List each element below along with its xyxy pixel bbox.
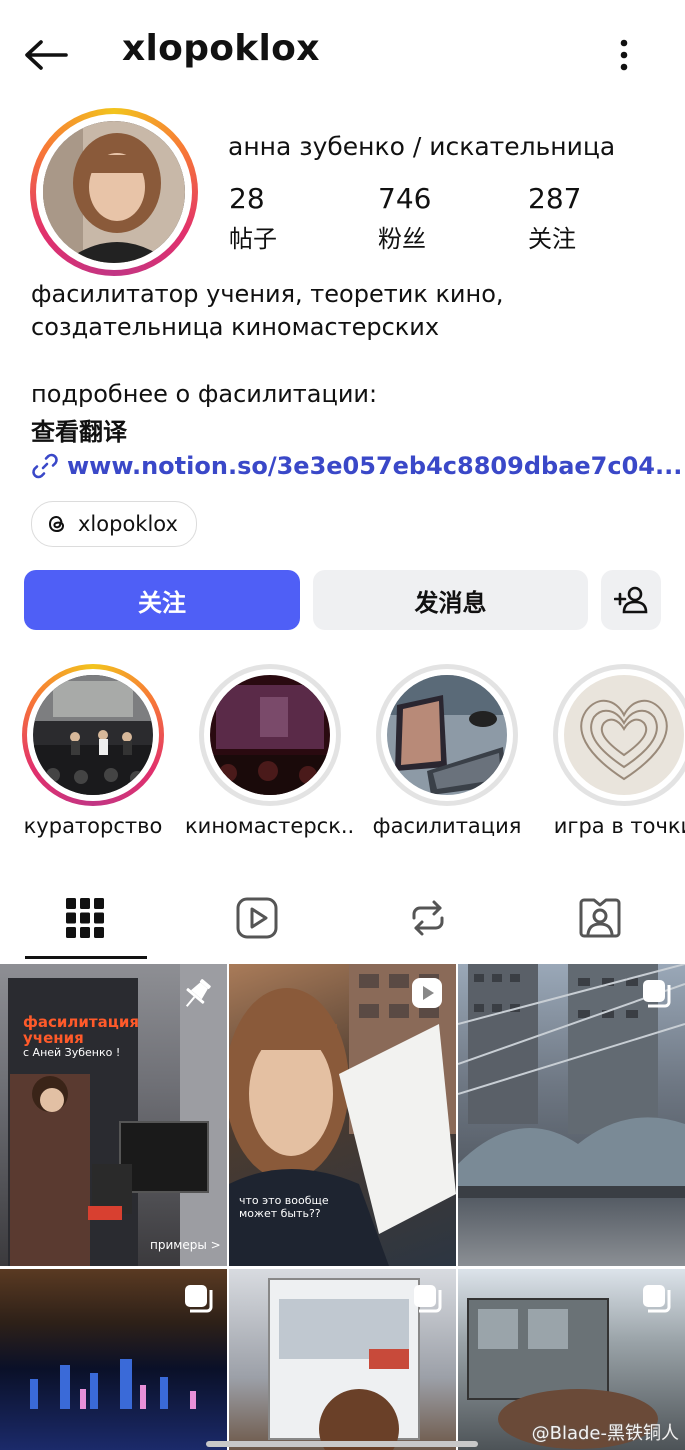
more-vertical-icon bbox=[620, 39, 628, 71]
highlight-cover bbox=[210, 675, 330, 795]
back-arrow-icon bbox=[25, 40, 68, 70]
tagged-icon bbox=[579, 898, 621, 938]
follow-button[interactable]: 关注 bbox=[24, 570, 300, 630]
link-text: www.notion.so/3e3e057eb4c8809dbae7c04... bbox=[67, 452, 683, 480]
tab-posts-grid[interactable] bbox=[25, 884, 145, 952]
see-translation-link[interactable]: 查看翻译 bbox=[31, 412, 127, 447]
carousel-icon bbox=[643, 1285, 671, 1313]
post-title: фасилитация учения bbox=[23, 1013, 139, 1047]
carousel-icon bbox=[643, 980, 671, 1008]
posts-count[interactable]: 28 帖子 bbox=[229, 182, 277, 254]
story-highlight[interactable]: фасилитация bbox=[362, 664, 532, 838]
profile-full-name: анна зубенко / искательница bbox=[228, 132, 616, 161]
header-username: xlopoklox bbox=[122, 28, 320, 69]
followers-count[interactable]: 746 粉丝 bbox=[378, 182, 431, 254]
back-button[interactable] bbox=[18, 30, 74, 80]
reposts-icon bbox=[412, 900, 444, 936]
highlight-cover bbox=[387, 675, 507, 795]
posts-count-value: 28 bbox=[229, 182, 265, 215]
message-button[interactable]: 发消息 bbox=[313, 570, 588, 630]
post-thumbnail[interactable]: что это вообще может быть?? bbox=[229, 964, 456, 1266]
following-count-value: 287 bbox=[528, 182, 582, 215]
story-highlight[interactable]: игра в точки bbox=[539, 664, 685, 838]
tab-reels[interactable] bbox=[197, 884, 317, 952]
home-indicator[interactable] bbox=[206, 1441, 478, 1447]
highlight-label: игра в точки bbox=[553, 814, 685, 838]
suggested-users-button[interactable] bbox=[601, 570, 661, 630]
highlight-cover bbox=[564, 675, 684, 795]
profile-external-link[interactable]: www.notion.so/3e3e057eb4c8809dbae7c04... bbox=[31, 452, 682, 480]
threads-badge[interactable]: xlopoklox bbox=[31, 501, 197, 547]
following-count-label: 关注 bbox=[528, 225, 576, 253]
post-thumbnail[interactable] bbox=[0, 1269, 227, 1450]
reels-icon bbox=[236, 897, 278, 939]
followers-count-label: 粉丝 bbox=[378, 225, 426, 253]
followers-count-value: 746 bbox=[378, 182, 432, 215]
highlight-label: киномастерск... bbox=[185, 814, 355, 838]
threads-icon bbox=[48, 515, 65, 533]
carousel-icon bbox=[414, 1285, 442, 1313]
post-thumbnail[interactable] bbox=[458, 964, 685, 1266]
grid-icon bbox=[66, 898, 104, 938]
pin-icon bbox=[185, 979, 211, 1007]
bio-line: создательница киномастерских bbox=[31, 313, 440, 341]
tab-reposts[interactable] bbox=[368, 884, 488, 952]
post-caption: примеры > bbox=[150, 1238, 221, 1252]
bio-line: фасилитатор учения, теоретик кино, bbox=[31, 280, 504, 308]
avatar-photo bbox=[43, 121, 185, 263]
watermark: @Blade-黑铁铜人 bbox=[531, 1423, 679, 1444]
story-highlight[interactable]: кураторство bbox=[8, 664, 178, 838]
post-subtitle: с Аней Зубенко ! bbox=[23, 1046, 121, 1059]
highlight-cover bbox=[33, 675, 153, 795]
highlight-label: фасилитация bbox=[372, 814, 522, 838]
post-thumbnail[interactable] bbox=[229, 1269, 456, 1450]
profile-avatar[interactable] bbox=[30, 108, 198, 276]
following-count[interactable]: 287 关注 bbox=[528, 182, 581, 254]
posts-count-label: 帖子 bbox=[229, 225, 277, 253]
tab-tagged[interactable] bbox=[540, 884, 660, 952]
story-highlight[interactable]: киномастерск... bbox=[185, 664, 355, 838]
bio-line: подробнее о фасилитации: bbox=[31, 380, 378, 408]
add-user-icon bbox=[614, 586, 648, 614]
link-icon bbox=[32, 453, 58, 479]
threads-handle: xlopoklox bbox=[78, 512, 178, 536]
reel-icon bbox=[412, 978, 442, 1008]
carousel-icon bbox=[185, 1285, 213, 1313]
post-thumbnail[interactable]: фасилитация учения с Аней Зубенко ! прим… bbox=[0, 964, 227, 1266]
post-caption: что это вообще может быть?? bbox=[239, 1194, 329, 1220]
more-options-button[interactable] bbox=[600, 30, 648, 80]
selected-tab-indicator bbox=[25, 956, 147, 959]
highlight-label: кураторство bbox=[23, 814, 163, 838]
